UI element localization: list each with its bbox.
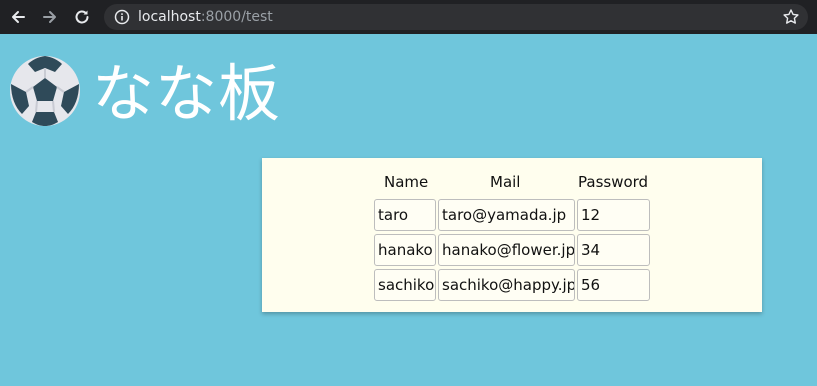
address-bar[interactable]: localhost:8000/test bbox=[104, 4, 808, 30]
browser-toolbar: localhost:8000/test bbox=[0, 0, 817, 34]
site-info-icon[interactable] bbox=[114, 9, 130, 25]
mail-cell[interactable]: taro@yamada.jp bbox=[438, 199, 575, 231]
name-cell[interactable]: sachiko bbox=[374, 269, 436, 301]
column-header-password: Password bbox=[578, 173, 649, 191]
name-cell[interactable]: taro bbox=[374, 199, 436, 231]
forward-arrow-icon[interactable] bbox=[40, 7, 60, 27]
reload-icon[interactable] bbox=[72, 7, 92, 27]
mail-cell[interactable]: sachiko@happy.jp bbox=[438, 269, 575, 301]
users-table-card: Name Mail Password taro taro@yamada.jp 1… bbox=[262, 158, 762, 312]
bookmark-star-icon[interactable] bbox=[782, 8, 800, 26]
password-cell[interactable]: 12 bbox=[577, 199, 650, 231]
password-cell[interactable]: 56 bbox=[577, 269, 650, 301]
back-arrow-icon[interactable] bbox=[8, 7, 28, 27]
page-content: なな板 Name Mail Password taro taro@yamada.… bbox=[0, 34, 817, 386]
site-title: なな板 bbox=[92, 57, 282, 130]
url-path: :8000/test bbox=[200, 9, 273, 25]
column-header-mail: Mail bbox=[490, 173, 521, 191]
password-cell[interactable]: 34 bbox=[577, 234, 650, 266]
mail-cell[interactable]: hanako@flower.jp bbox=[438, 234, 575, 266]
soccer-ball-icon bbox=[10, 56, 80, 126]
name-cell[interactable]: hanako bbox=[374, 234, 436, 266]
column-header-name: Name bbox=[384, 173, 429, 191]
url-text: localhost:8000/test bbox=[138, 8, 273, 26]
url-host: localhost bbox=[138, 9, 201, 25]
